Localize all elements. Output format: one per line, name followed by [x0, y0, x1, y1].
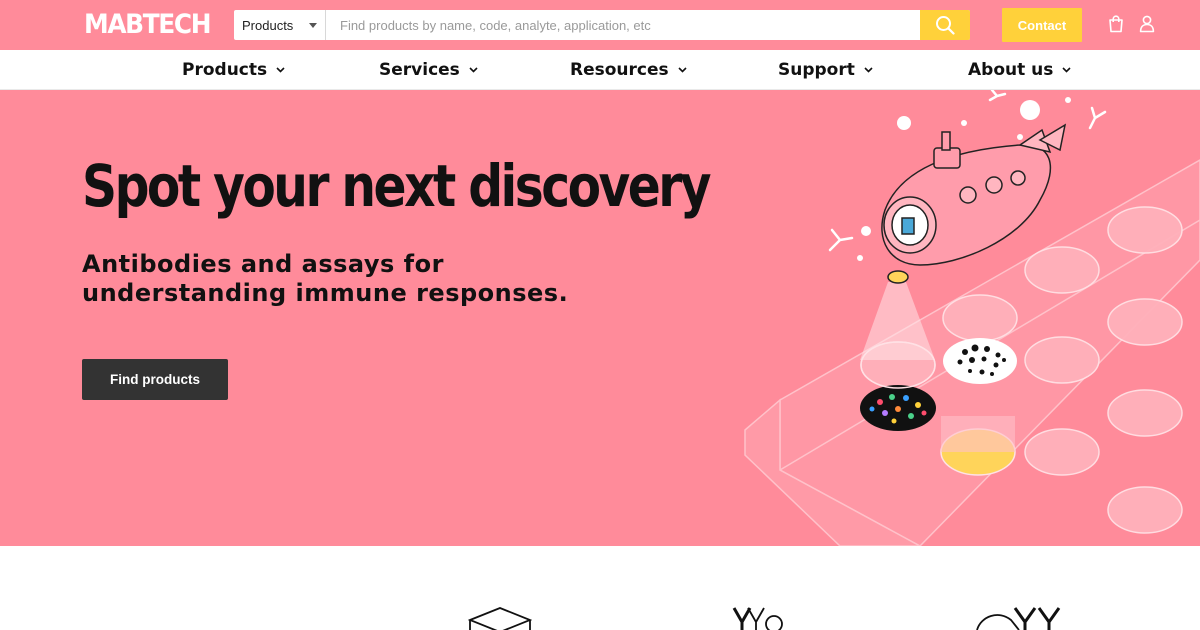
chevron-down-icon — [864, 67, 873, 73]
nav-item-label: About us — [968, 60, 1054, 80]
mabtech-logo[interactable]: MABTECH — [84, 9, 212, 40]
search-input[interactable] — [326, 10, 920, 40]
caret-down-icon — [309, 23, 317, 28]
box-icon[interactable] — [468, 606, 532, 630]
search-category-value: Products — [242, 17, 294, 33]
nav-item-label: Products — [182, 60, 268, 80]
user-icon[interactable] — [1139, 15, 1155, 33]
nav-item-label: Services — [379, 60, 460, 80]
chevron-down-icon — [1062, 67, 1071, 73]
chevron-down-icon — [678, 67, 687, 73]
nav-item-products[interactable]: Products — [182, 50, 285, 90]
cell-antibody-icon[interactable] — [975, 606, 1067, 630]
spot-well-white — [943, 338, 1017, 384]
hero-banner: Spot your next discovery Antibodies and … — [0, 90, 1200, 546]
search-icon — [936, 16, 955, 35]
top-header: MABTECH Products Contact — [0, 0, 1200, 50]
shopping-bag-icon[interactable] — [1108, 15, 1124, 33]
nav-item-about-us[interactable]: About us — [968, 50, 1071, 90]
search-button[interactable] — [920, 10, 970, 40]
contact-button[interactable]: Contact — [1002, 8, 1082, 42]
search-bar: Products — [234, 10, 970, 40]
nav-item-services[interactable]: Services — [379, 50, 478, 90]
submarine-plate-illustration — [744, 90, 1200, 546]
product-categories-strip — [0, 546, 1200, 630]
nav-item-resources[interactable]: Resources — [570, 50, 687, 90]
hero-subtitle: Antibodies and assays for understanding … — [82, 250, 569, 307]
nav-item-label: Resources — [570, 60, 669, 80]
main-navigation: Products Services Resources Support Abou… — [0, 50, 1200, 90]
antibody-icon[interactable] — [730, 606, 790, 630]
chevron-down-icon — [469, 67, 478, 73]
nav-item-label: Support — [778, 60, 855, 80]
nav-item-support[interactable]: Support — [778, 50, 873, 90]
chevron-down-icon — [276, 67, 285, 73]
find-products-button[interactable]: Find products — [82, 359, 228, 400]
search-category-select[interactable]: Products — [234, 10, 326, 40]
hero-title: Spot your next discovery — [82, 152, 712, 220]
